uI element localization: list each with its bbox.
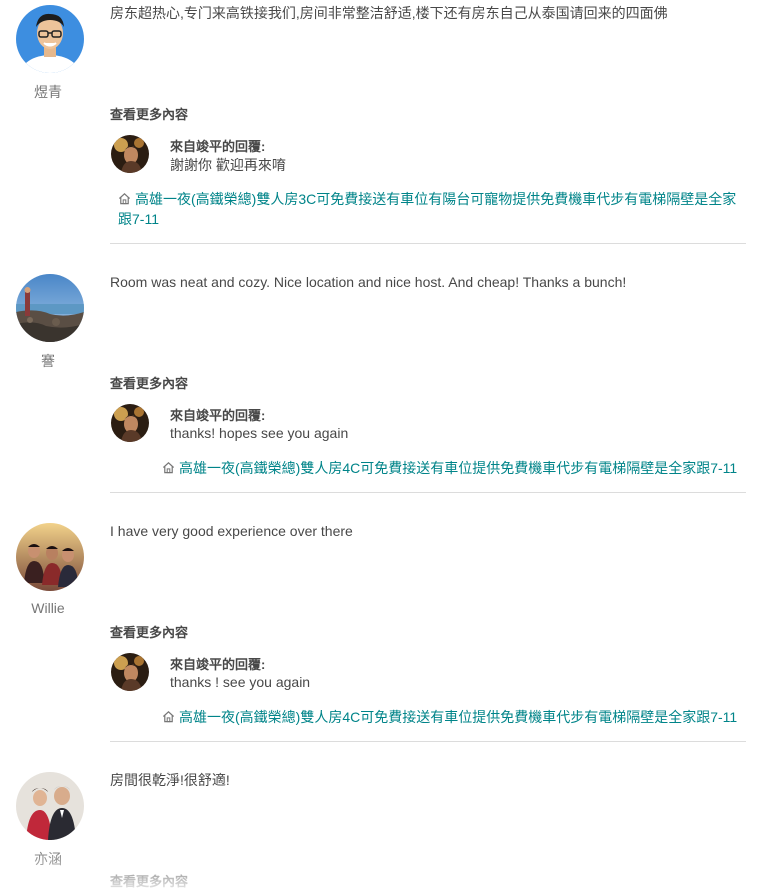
reviewer-avatar[interactable] bbox=[16, 274, 84, 342]
reviews-list: 煜青 房东超热心,专门来高铁接我们,房间非常整洁舒适,楼下还有房东自己从泰国请回… bbox=[0, 0, 768, 889]
host-avatar bbox=[111, 135, 149, 173]
reply-text: thanks ! see you again bbox=[170, 674, 311, 690]
reply-from: 來自竣平的回覆: bbox=[170, 408, 266, 423]
host-avatar bbox=[111, 404, 149, 442]
see-more-link[interactable]: 查看更多內容 bbox=[110, 104, 188, 123]
divider bbox=[110, 243, 746, 244]
reply-from: 來自竣平的回覆: bbox=[170, 139, 266, 154]
reply-text: thanks! hopes see you again bbox=[170, 425, 349, 441]
see-more-link[interactable]: 查看更多內容 bbox=[110, 622, 188, 641]
reply-text: 謝謝你 歡迎再來唷 bbox=[170, 157, 286, 173]
reviewer-avatar[interactable] bbox=[16, 523, 84, 591]
home-icon bbox=[162, 462, 175, 474]
reviewer-avatar[interactable] bbox=[16, 5, 84, 73]
reviewer-name: 謇 bbox=[41, 353, 55, 369]
listing-title: 高雄一夜(高鐵榮總)雙人房4C可免費接送有車位提供免費機車代步有電梯隔壁是全家跟… bbox=[179, 460, 738, 476]
home-icon bbox=[162, 711, 175, 723]
divider bbox=[110, 492, 746, 493]
listing-title: 高雄一夜(高鐵榮總)雙人房4C可免費接送有車位提供免費機車代步有電梯隔壁是全家跟… bbox=[179, 709, 738, 725]
listing-title: 高雄一夜(高鐵榮總)雙人房3C可免費接送有車位有陽台可寵物提供免費機車代步有電梯… bbox=[118, 191, 737, 227]
listing-link[interactable]: 高雄一夜(高鐵榮總)雙人房3C可免費接送有車位有陽台可寵物提供免費機車代步有電梯… bbox=[118, 189, 746, 229]
reviewer-avatar[interactable] bbox=[16, 772, 84, 840]
reviewer-name: 煜青 bbox=[34, 84, 62, 100]
review-text: 房东超热心,专门来高铁接我们,房间非常整洁舒适,楼下还有房东自己从泰国请回来的四… bbox=[110, 5, 668, 21]
divider bbox=[110, 741, 746, 742]
reviewer-name: 亦涵 bbox=[34, 851, 62, 867]
review-text: Room was neat and cozy. Nice location an… bbox=[110, 274, 627, 290]
see-more-link[interactable]: 查看更多內容 bbox=[110, 871, 188, 889]
listing-link[interactable]: 高雄一夜(高鐵榮總)雙人房4C可免費接送有車位提供免費機車代步有電梯隔壁是全家跟… bbox=[162, 707, 752, 727]
reply-from: 來自竣平的回覆: bbox=[170, 657, 266, 672]
reviewer-name: Willie bbox=[31, 600, 65, 616]
review-text: 房間很乾淨!很舒適! bbox=[110, 772, 230, 788]
host-avatar bbox=[111, 653, 149, 691]
review-text: I have very good experience over there bbox=[110, 523, 353, 539]
see-more-link[interactable]: 查看更多內容 bbox=[110, 373, 188, 392]
home-icon bbox=[118, 193, 131, 205]
listing-link[interactable]: 高雄一夜(高鐵榮總)雙人房4C可免費接送有車位提供免費機車代步有電梯隔壁是全家跟… bbox=[162, 458, 752, 478]
